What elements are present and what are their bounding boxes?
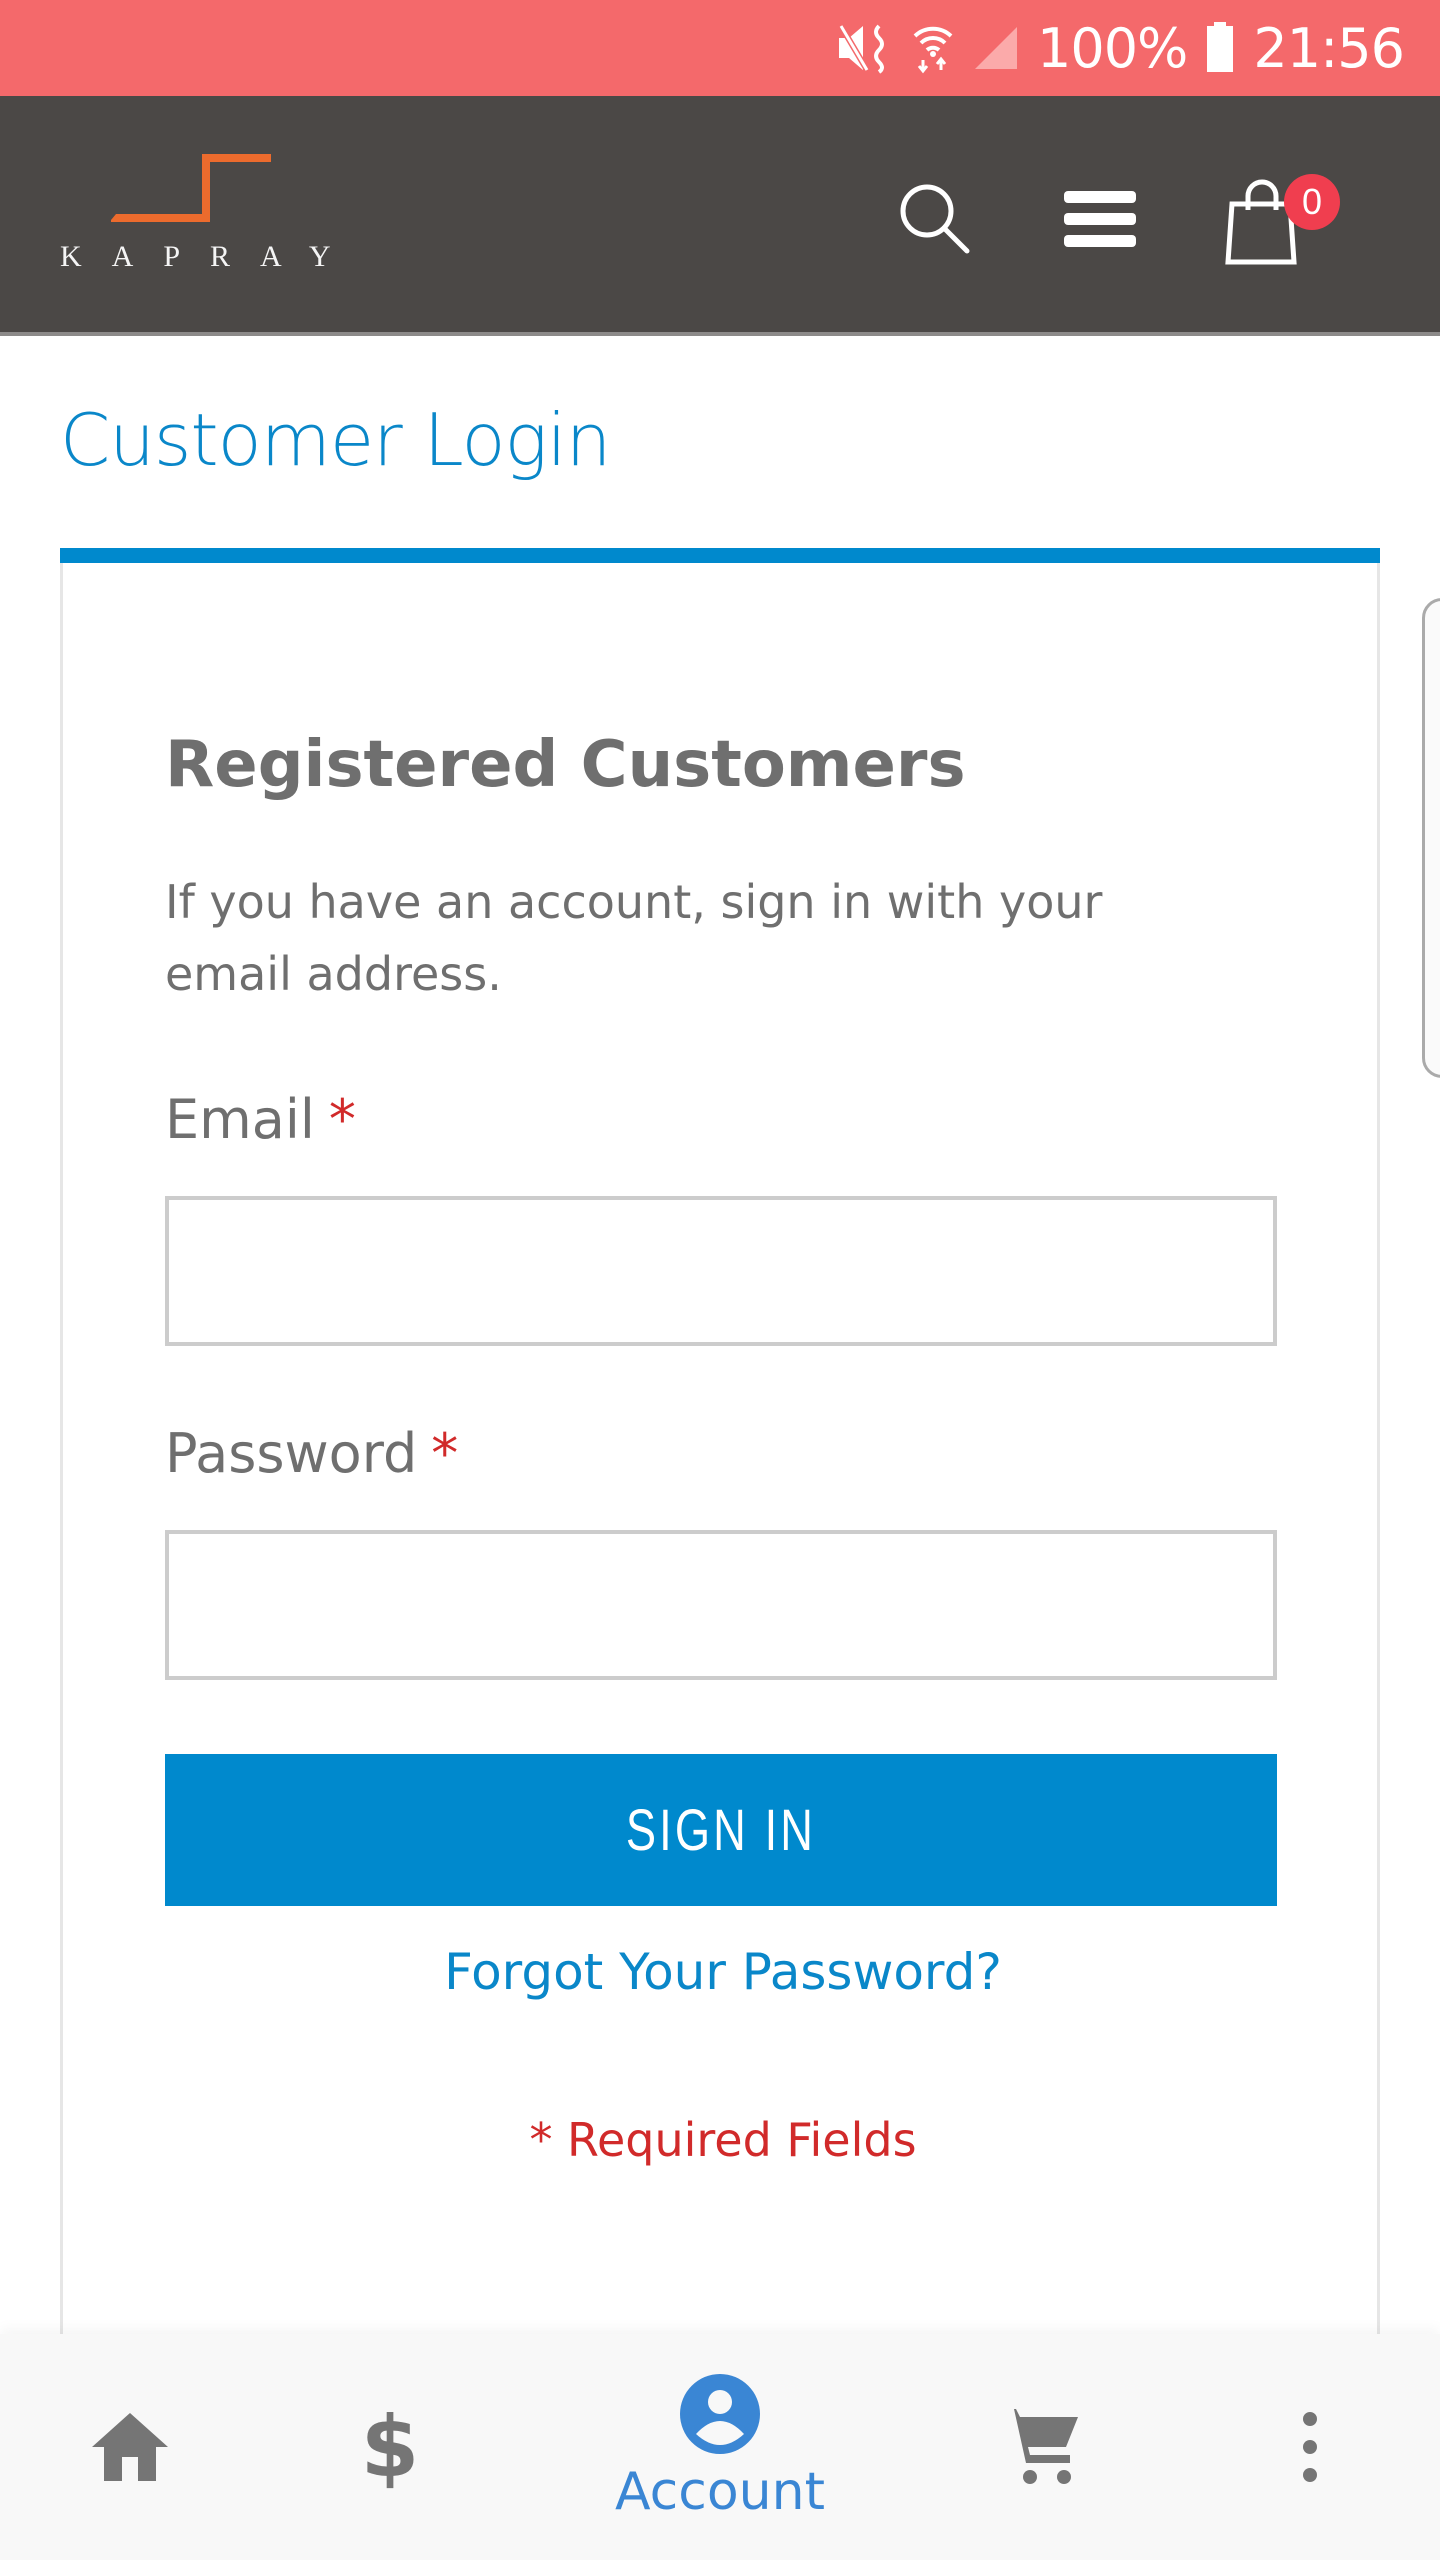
forgot-password-link[interactable]: Forgot Your Password? — [63, 1943, 1383, 2001]
search-button[interactable] — [890, 174, 980, 264]
account-circle-icon — [680, 2374, 760, 2454]
card-accent-bar — [60, 548, 1380, 563]
more-vertical-icon — [1303, 2412, 1317, 2482]
dollar-icon: $ — [360, 2398, 420, 2496]
battery-percent: 100% — [1036, 16, 1188, 80]
site-header: KAPRAY 0 — [0, 96, 1440, 336]
card-description: If you have an account, sign in with you… — [165, 875, 1103, 1001]
required-fields-note: * Required Fields — [529, 2113, 917, 2167]
nav-item-home[interactable] — [60, 2334, 200, 2560]
password-label: Password * — [165, 1422, 458, 1485]
hamburger-menu-icon — [1064, 191, 1136, 247]
password-label-text: Password — [165, 1422, 418, 1485]
nav-label-account: Account — [615, 2462, 825, 2522]
login-card: Registered Customers If you have an acco… — [60, 548, 1380, 2448]
bottom-navigation: $ Account — [0, 2334, 1440, 2560]
brand-name: KAPRAY — [60, 240, 361, 273]
nav-item-pricing[interactable]: $ — [320, 2334, 460, 2560]
brand-logo[interactable]: KAPRAY — [56, 152, 336, 282]
password-input[interactable] — [165, 1530, 1277, 1680]
cell-signal-icon — [973, 25, 1019, 71]
logo-mark-icon — [111, 154, 271, 222]
card-heading: Registered Customers — [165, 728, 966, 802]
nav-item-account[interactable]: Account — [590, 2334, 850, 2560]
email-input[interactable] — [165, 1196, 1277, 1346]
home-icon — [92, 2413, 168, 2481]
clock: 21:56 — [1253, 16, 1405, 80]
status-icons: 100% 21:56 — [837, 0, 1405, 96]
menu-button[interactable] — [1055, 174, 1145, 264]
email-label-text: Email — [165, 1088, 315, 1151]
status-bar: 100% 21:56 — [0, 0, 1440, 96]
battery-icon — [1205, 22, 1235, 74]
cart-count-badge: 0 — [1284, 174, 1340, 230]
edge-panel-handle[interactable] — [1422, 598, 1440, 1078]
mini-cart-button[interactable]: 0 — [1220, 174, 1340, 265]
nav-item-cart[interactable] — [970, 2334, 1110, 2560]
wifi-icon — [911, 22, 955, 74]
page-title: Customer Login — [60, 398, 611, 482]
required-asterisk: * — [431, 1422, 459, 1485]
cart-icon — [1002, 2409, 1078, 2484]
email-label: Email * — [165, 1088, 356, 1151]
required-asterisk: * — [328, 1088, 356, 1151]
nav-item-more[interactable] — [1240, 2334, 1380, 2560]
sign-in-label: SIGN IN — [625, 1797, 817, 1863]
sign-in-button[interactable]: SIGN IN — [165, 1754, 1277, 1906]
search-icon — [900, 184, 970, 254]
mute-vibrate-icon — [837, 22, 893, 74]
